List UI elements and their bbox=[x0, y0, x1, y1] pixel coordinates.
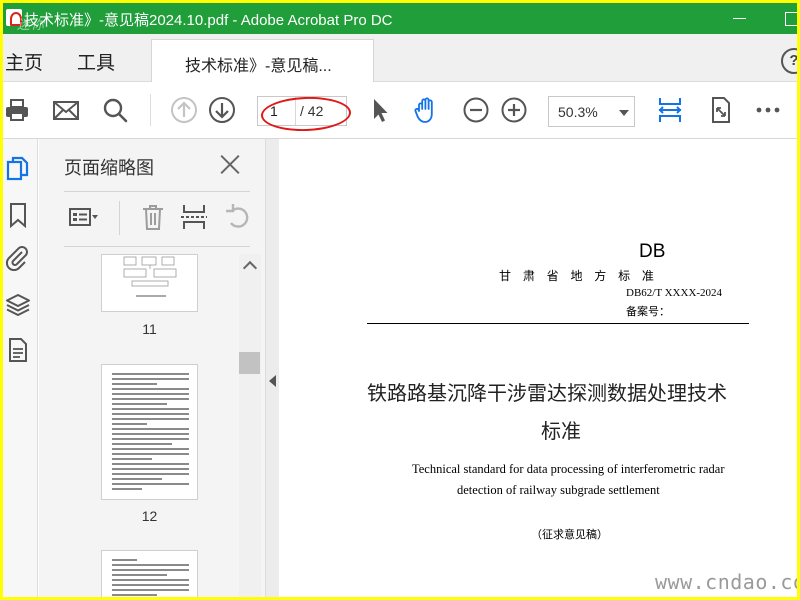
standard-code: DB62/T XXXX-2024 bbox=[626, 287, 723, 299]
main-toolbar: / 42 50.3% bbox=[3, 82, 797, 139]
maximize-button[interactable] bbox=[763, 3, 797, 34]
layers-icon[interactable] bbox=[5, 292, 31, 318]
zoom-dropdown[interactable]: 50.3% bbox=[548, 96, 635, 127]
scrollbar-thumb[interactable] bbox=[239, 352, 260, 374]
document-view[interactable]: DB 甘 肃 省 地 方 标 准 DB62/T XXXX-2024 备案号： 铁… bbox=[279, 139, 797, 597]
scroll-up-icon[interactable] bbox=[242, 257, 258, 273]
delete-icon[interactable] bbox=[137, 201, 169, 233]
insert-page-icon[interactable] bbox=[178, 201, 210, 233]
nav-tools[interactable]: 工具 bbox=[77, 48, 115, 75]
standard-category: 甘 肃 省 地 方 标 准 bbox=[499, 269, 658, 283]
close-icon[interactable] bbox=[219, 153, 241, 175]
more-options-icon[interactable] bbox=[754, 96, 782, 124]
document-tab-label: 技术标准》-意见稿... bbox=[185, 58, 332, 75]
nav-home[interactable]: 主页 bbox=[5, 48, 43, 75]
title-en-line1: Technical standard for data processing o… bbox=[412, 462, 725, 476]
zoom-value: 50.3% bbox=[558, 104, 598, 120]
thumbnail-page-number: 11 bbox=[142, 321, 157, 337]
title-bar: 技术标准》-意见稿2024.10.pdf - Adobe Acrobat Pro… bbox=[3, 3, 797, 34]
panel-collapse-strip[interactable] bbox=[265, 139, 279, 597]
fit-width-icon[interactable] bbox=[656, 96, 684, 124]
standard-prefix: DB bbox=[639, 241, 666, 262]
page-navigation: / 42 bbox=[257, 96, 347, 126]
panel-title: 页面缩略图 bbox=[64, 158, 154, 178]
zoom-out-icon[interactable] bbox=[462, 96, 490, 124]
tab-bar: 主页 工具 技术标准》-意见稿... ? bbox=[3, 34, 797, 83]
email-icon[interactable] bbox=[52, 96, 80, 124]
thumbnail-list: 11 12 bbox=[39, 254, 239, 597]
minimize-button[interactable] bbox=[725, 3, 761, 34]
zoom-in-icon[interactable] bbox=[500, 96, 528, 124]
title-cn-line1: 铁路路基沉降干涉雷达探测数据处理技术 bbox=[367, 381, 727, 405]
thumbnail-options-icon[interactable] bbox=[67, 201, 99, 233]
document-icon[interactable] bbox=[5, 337, 31, 363]
page-total: / 42 bbox=[300, 103, 324, 119]
full-screen-icon[interactable] bbox=[706, 96, 734, 124]
divider bbox=[64, 191, 250, 192]
acrobat-window: 技术标准》-意见稿2024.10.pdf - Adobe Acrobat Pro… bbox=[3, 3, 797, 597]
thumbnail-page-12[interactable] bbox=[101, 364, 198, 500]
thumbnail-scrollbar[interactable] bbox=[239, 254, 261, 597]
window-title: 技术标准》-意见稿2024.10.pdf - Adobe Acrobat Pro… bbox=[24, 12, 393, 29]
rotate-icon[interactable] bbox=[222, 201, 254, 233]
toolbar-separator bbox=[150, 94, 151, 126]
draft-status: （征求意见稿） bbox=[531, 528, 608, 541]
page-thumbnails-icon[interactable] bbox=[5, 156, 31, 182]
header-rule bbox=[367, 323, 749, 324]
thumbnail-page-13[interactable] bbox=[101, 550, 198, 597]
select-cursor-icon[interactable] bbox=[366, 96, 394, 124]
page-number-input[interactable] bbox=[258, 97, 296, 125]
navigation-rail bbox=[3, 139, 38, 597]
filing-number: 备案号： bbox=[626, 305, 670, 318]
document-tab[interactable]: 技术标准》-意见稿... bbox=[151, 39, 374, 83]
toolbar-separator bbox=[119, 201, 120, 235]
page-thumbnails-panel: 页面缩略图 11 12 bbox=[39, 139, 265, 597]
bookmark-icon[interactable] bbox=[5, 202, 31, 228]
help-button[interactable]: ? bbox=[781, 48, 797, 74]
thumbnail-page-number: 12 bbox=[141, 508, 158, 524]
previous-page-icon[interactable] bbox=[170, 96, 198, 124]
print-icon[interactable] bbox=[3, 96, 31, 124]
title-en-line2: detection of railway subgrade settlement bbox=[457, 483, 660, 497]
attachment-icon[interactable] bbox=[5, 245, 31, 271]
title-cn-line2: 标准 bbox=[541, 419, 581, 443]
divider bbox=[64, 246, 250, 247]
thumbnail-page-11[interactable] bbox=[101, 254, 198, 312]
site-watermark: www.cndao.com bbox=[655, 570, 797, 594]
search-icon[interactable] bbox=[101, 96, 129, 124]
chevron-down-icon bbox=[619, 110, 629, 116]
hand-tool-icon[interactable] bbox=[412, 96, 440, 124]
collapse-arrow-icon bbox=[269, 375, 276, 387]
next-page-icon[interactable] bbox=[208, 96, 236, 124]
titlebar-watermark: 迷你 bbox=[17, 17, 46, 32]
